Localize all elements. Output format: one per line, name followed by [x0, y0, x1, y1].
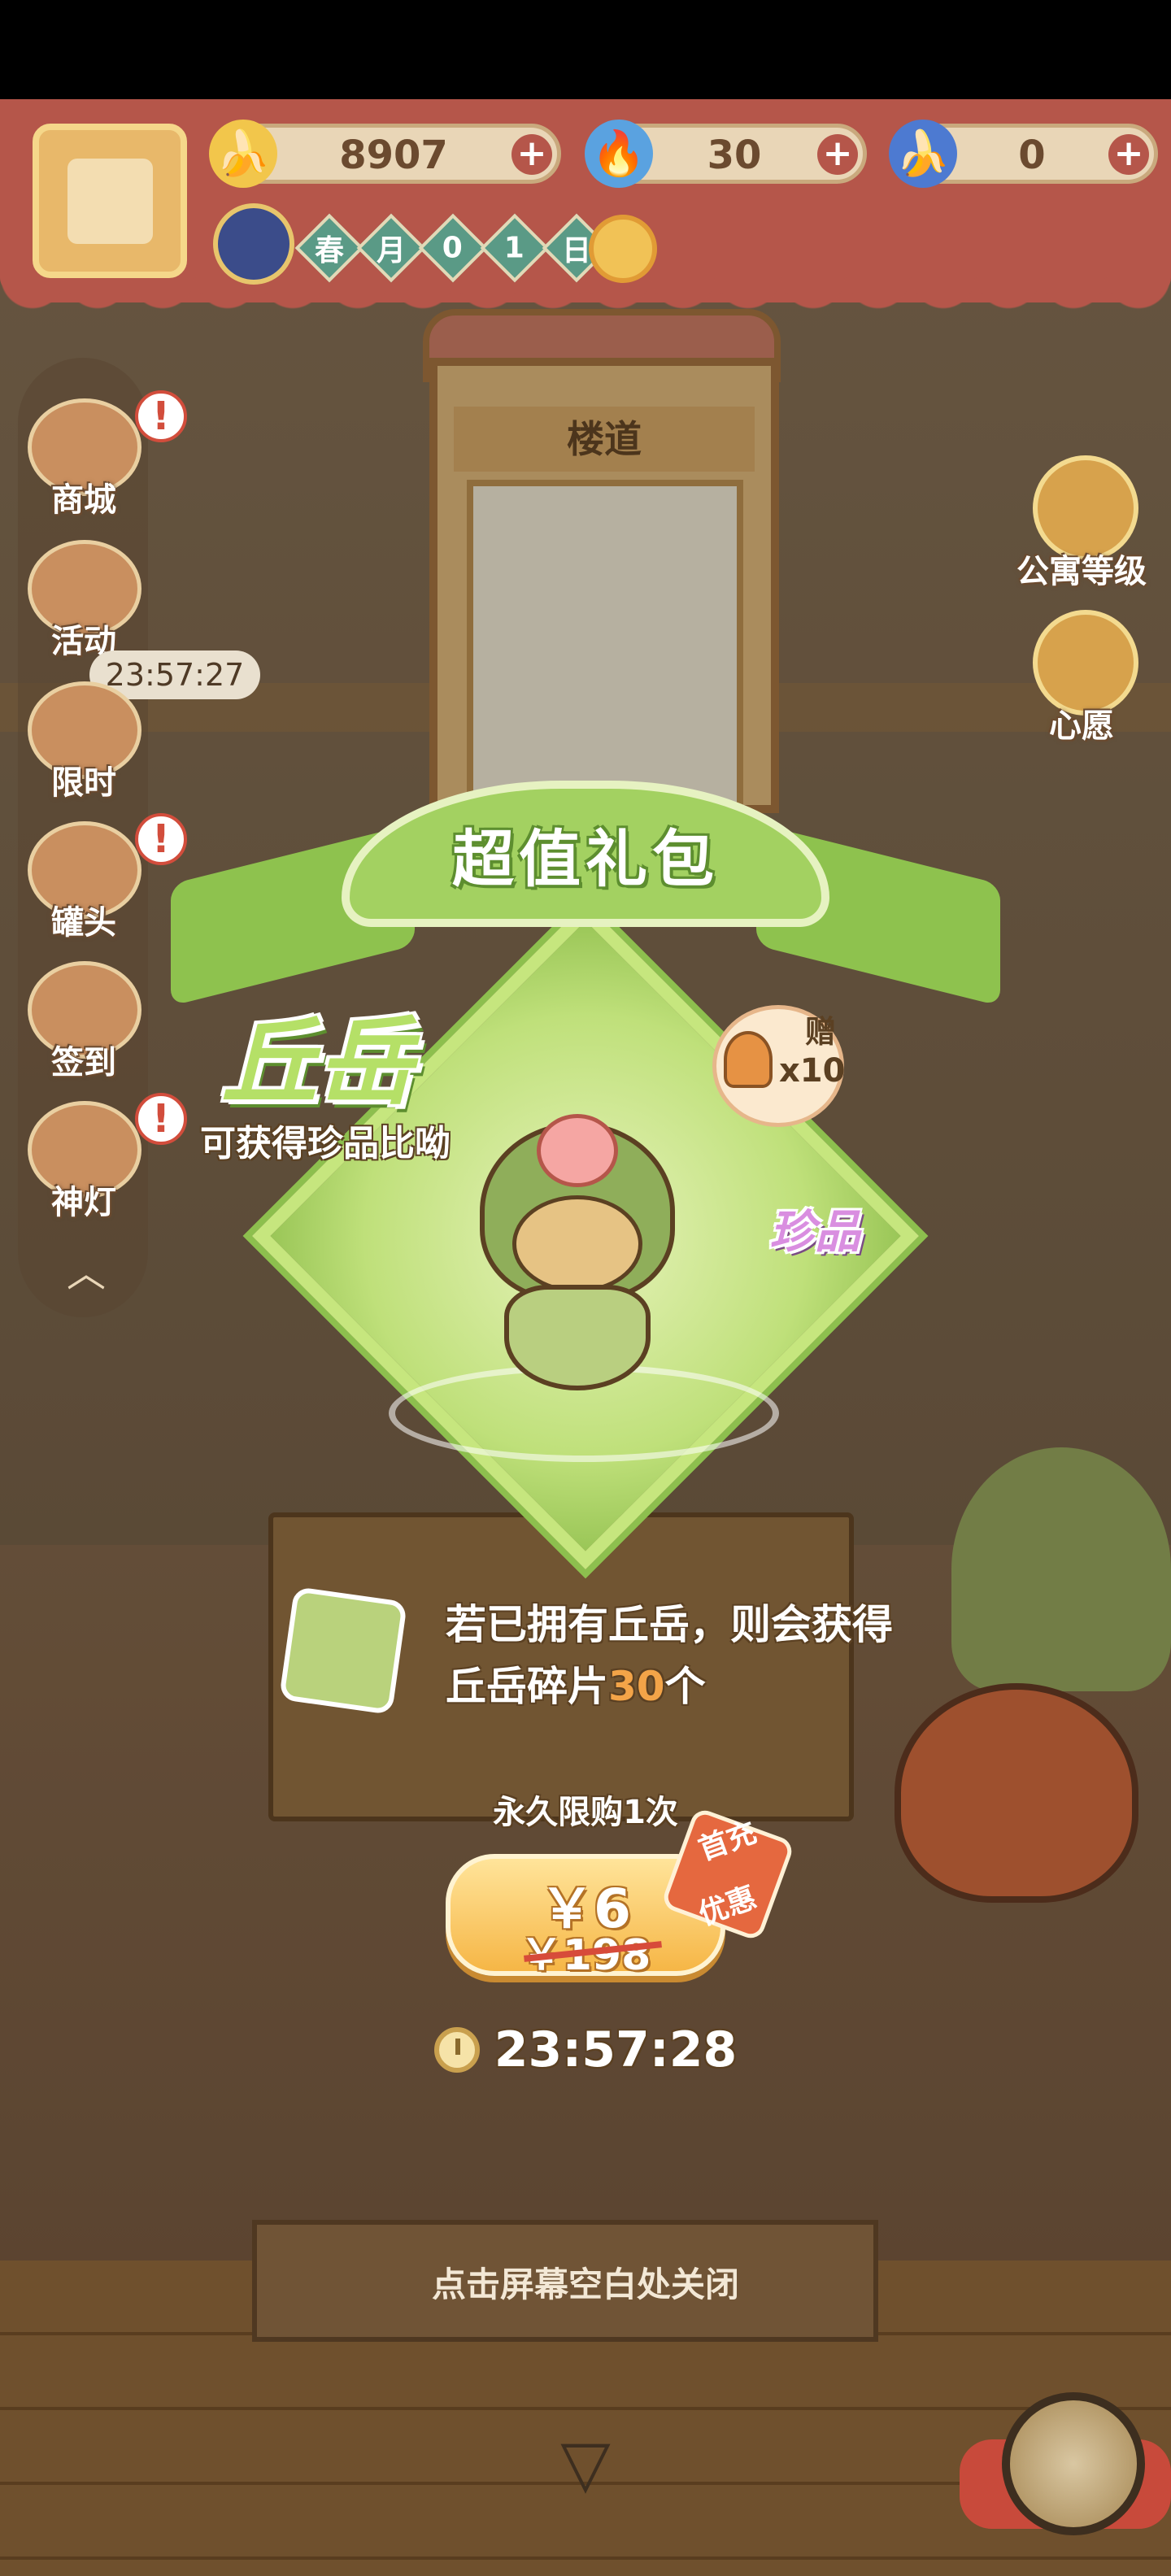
flame-count: 30 — [707, 133, 762, 178]
offer-countdown: 23:57:28 — [0, 2021, 1171, 2078]
side-item-label: 罐头 — [51, 904, 116, 942]
popup-title: 超值礼包 — [452, 823, 719, 895]
moon-clock-icon[interactable] — [213, 203, 294, 285]
close-hint: 点击屏幕空白处关闭 — [431, 2265, 739, 2304]
alert-badge-icon: ! — [135, 813, 187, 865]
add-banana-button[interactable]: + — [511, 134, 552, 175]
date-cell: 春 — [294, 213, 364, 283]
alert-badge-icon: ! — [135, 390, 187, 442]
currency-banana[interactable]: 🍌 8907 + — [209, 120, 561, 188]
date-cell: 月 — [356, 213, 426, 283]
character-figure — [480, 1114, 675, 1390]
date-cell: 0 — [418, 213, 488, 283]
blue-flame-icon: 🔥 — [585, 120, 653, 188]
side-item-lamp[interactable]: 神灯 ! — [23, 1093, 187, 1223]
add-blue-banana-button[interactable]: + — [1108, 134, 1149, 175]
side-item-label: 签到 — [51, 1044, 116, 1081]
add-flame-button[interactable]: + — [817, 134, 858, 175]
apartment-level-label: 公寓等级 — [1016, 553, 1147, 590]
shard-line-1: 若已拥有丘岳，则会获得 — [446, 1601, 893, 1648]
side-item-label: 神灯 — [51, 1184, 116, 1221]
character-dress — [504, 1285, 651, 1390]
currency-blue-banana[interactable]: 🍌 0 + — [889, 120, 1158, 188]
status-bar — [0, 0, 1171, 99]
date-display: 春 月 0 1 日 — [294, 213, 612, 283]
wish-label: 心愿 — [1049, 707, 1114, 745]
avatar-face-icon — [67, 159, 153, 244]
gift-quantity: x10 — [779, 1052, 846, 1090]
side-item-events[interactable]: 活动 — [23, 540, 145, 662]
first-recharge-text: 首充 优惠 — [694, 1815, 761, 1933]
apartment-level-button[interactable]: 公寓等级 — [1000, 455, 1163, 610]
shard-description: 若已拥有丘岳，则会获得 丘岳碎片30个 — [446, 1594, 966, 1717]
blue-banana-icon: 🍌 — [889, 120, 957, 188]
character-name: 丘岳 — [221, 1006, 414, 1118]
banana-count: 8907 — [339, 133, 448, 178]
shard-count: 30 — [608, 1663, 665, 1710]
character-face — [512, 1195, 642, 1293]
side-item-label: 商城 — [51, 481, 116, 519]
currency-flame[interactable]: 🔥 30 + — [585, 120, 867, 188]
expand-down-icon[interactable]: ▽ — [545, 2431, 626, 2496]
shard-icon — [278, 1586, 408, 1716]
side-item-cans[interactable]: 罐头 ! — [23, 813, 187, 943]
player-avatar[interactable] — [33, 124, 187, 278]
purchase-limit: 永久限购1次 — [493, 1794, 678, 1831]
gift-label: 赠 — [805, 1014, 837, 1050]
side-item-shop[interactable]: 商城 ! — [23, 390, 187, 520]
character-subtitle: 可获得珍品比呦 — [200, 1123, 451, 1164]
side-item-label: 限时 — [51, 764, 116, 802]
wish-button[interactable]: 心愿 — [1000, 610, 1163, 764]
drumstick-icon — [724, 1031, 773, 1088]
rarity-tag: 珍品 — [769, 1206, 860, 1259]
alert-badge-icon: ! — [135, 1093, 187, 1145]
collapse-menu-icon[interactable]: ︿ — [62, 1254, 111, 1293]
yarn-ball-icon[interactable] — [1002, 2392, 1145, 2535]
date-cell: 1 — [480, 213, 550, 283]
hud-scallop-edge — [0, 276, 1171, 309]
flower-icon — [537, 1114, 618, 1187]
countdown-text: 23:57:28 — [494, 2021, 738, 2078]
blue-banana-count: 0 — [1018, 133, 1046, 178]
side-item-checkin[interactable]: 签到 — [23, 961, 145, 1083]
banana-icon: 🍌 — [209, 120, 277, 188]
weather-sun-icon[interactable] — [589, 215, 657, 283]
shard-line-2: 丘岳碎片30个 — [446, 1663, 706, 1710]
clock-icon — [433, 2027, 480, 2073]
side-item-limited[interactable]: 限时 — [23, 681, 145, 803]
